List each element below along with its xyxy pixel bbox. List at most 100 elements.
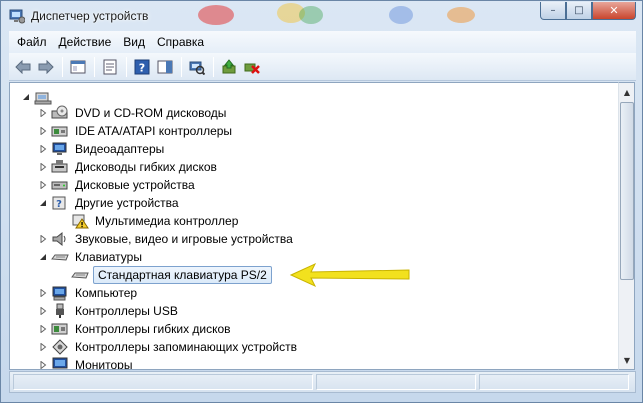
tree-node-usb[interactable]: Контроллеры USB	[38, 302, 180, 320]
expand-arrow-icon[interactable]	[38, 360, 48, 369]
menu-help[interactable]: Справка	[151, 32, 210, 52]
minimize-button[interactable]: –	[540, 2, 566, 20]
yellow-pointer-arrow	[289, 262, 410, 288]
toolbar-separator	[126, 56, 127, 77]
tree-node-keyboards[interactable]: Клавиатуры	[38, 248, 144, 266]
help-icon[interactable]: ?	[131, 56, 153, 78]
tree-node-label: Мультимедиа контроллер	[95, 214, 239, 228]
tree-node-multimedia-controller[interactable]: Мультимедиа контроллер	[58, 212, 240, 230]
expand-arrow-icon[interactable]	[38, 162, 48, 172]
tree-node-sound[interactable]: Звуковые, видео и игровые устройства	[38, 230, 295, 248]
expand-arrow-icon[interactable]	[38, 234, 48, 244]
status-panel	[479, 374, 629, 390]
tree-node-disk-drives[interactable]: Дисковые устройства	[38, 176, 197, 194]
tree-node-video[interactable]: Видеоадаптеры	[38, 140, 166, 158]
blurred-background-tabs	[198, 3, 475, 25]
scrollbar-thumb[interactable]	[620, 102, 634, 280]
menu-view[interactable]: Вид	[117, 32, 151, 52]
tree-node-label: Видеоадаптеры	[75, 142, 165, 156]
collapse-arrow-icon[interactable]	[38, 198, 48, 208]
properties-icon[interactable]	[99, 56, 121, 78]
toolbar-separator	[181, 56, 182, 77]
storage-controller-icon	[51, 339, 69, 355]
update-driver-icon[interactable]	[218, 56, 240, 78]
tree-node-floppy-controllers[interactable]: Контроллеры гибких дисков	[38, 320, 233, 338]
uninstall-icon[interactable]	[241, 56, 263, 78]
toolbar: ?	[9, 53, 636, 81]
forward-icon[interactable]	[35, 56, 57, 78]
collapse-arrow-icon[interactable]	[38, 252, 48, 262]
ide-controller-icon	[51, 123, 69, 139]
title-bar[interactable]: Диспетчер устройств – □ ✕	[1, 1, 642, 31]
tree-node-label: Контроллеры гибких дисков	[75, 322, 231, 336]
tree-node-floppy-drives[interactable]: Дисководы гибких дисков	[38, 158, 219, 176]
toolbar-separator	[62, 56, 63, 77]
keyboard-icon	[71, 267, 89, 283]
tree-node-other-devices[interactable]: ? Другие устройства	[38, 194, 181, 212]
svg-text:?: ?	[56, 199, 62, 210]
status-bar	[9, 371, 636, 393]
usb-icon	[51, 303, 69, 319]
computer-icon	[51, 285, 69, 301]
tree-node-computer[interactable]: Компьютер	[38, 284, 139, 302]
device-tree[interactable]: DVD и CD-ROM дисководы IDE ATA/ATAPI кон…	[9, 82, 619, 370]
tree-node-label: DVD и CD-ROM дисководы	[75, 106, 227, 120]
back-icon[interactable]	[12, 56, 34, 78]
tree-node-label: Стандартная клавиатура PS/2	[93, 266, 272, 284]
maximize-button[interactable]: □	[566, 2, 592, 20]
tree-node-label: Дисководы гибких дисков	[75, 160, 217, 174]
scan-hardware-icon[interactable]	[186, 56, 208, 78]
tree-node-ps2-keyboard[interactable]: Стандартная клавиатура PS/2	[58, 266, 272, 284]
computer-root-icon	[34, 89, 52, 105]
monitor-icon	[51, 357, 69, 369]
tree-node-label: Мониторы	[75, 358, 133, 370]
collapse-arrow-icon[interactable]	[21, 92, 31, 102]
disk-drive-icon	[51, 177, 69, 193]
tree-node-label: Звуковые, видео и игровые устройства	[75, 232, 293, 246]
tree-node-ide[interactable]: IDE ATA/ATAPI контроллеры	[38, 122, 234, 140]
tree-node-label: Контроллеры запоминающих устройств	[75, 340, 297, 354]
expand-arrow-icon[interactable]	[38, 288, 48, 298]
floppy-controller-icon	[51, 321, 69, 337]
tree-node-label: Дисковые устройства	[75, 178, 195, 192]
tree-node-monitors[interactable]: Мониторы	[38, 356, 134, 370]
toolbar-separator	[94, 56, 95, 77]
display-adapter-icon	[51, 141, 69, 157]
tree-node-dvd[interactable]: DVD и CD-ROM дисководы	[38, 104, 228, 122]
floppy-drive-icon	[51, 159, 69, 175]
close-button[interactable]: ✕	[592, 2, 636, 20]
menu-file[interactable]: Файл	[11, 32, 53, 52]
warning-device-icon	[71, 213, 89, 229]
dvd-drive-icon	[51, 105, 69, 121]
other-devices-icon: ?	[51, 195, 69, 211]
device-manager-icon	[9, 9, 25, 24]
tree-node-label: Другие устройства	[75, 196, 179, 210]
tree-node-label: Клавиатуры	[75, 250, 142, 264]
scroll-down-icon[interactable]: ▼	[620, 352, 634, 368]
svg-text:?: ?	[139, 61, 145, 74]
expand-arrow-icon[interactable]	[38, 324, 48, 334]
menu-action[interactable]: Действие	[53, 32, 118, 52]
expand-arrow-icon[interactable]	[38, 144, 48, 154]
expand-arrow-icon[interactable]	[38, 180, 48, 190]
caption-buttons: – □ ✕	[540, 2, 636, 20]
tree-node-label: Контроллеры USB	[75, 304, 178, 318]
expand-arrow-icon[interactable]	[38, 126, 48, 136]
show-hide-console-tree-icon[interactable]	[67, 56, 89, 78]
tree-node-storage-controllers[interactable]: Контроллеры запоминающих устройств	[38, 338, 299, 356]
expand-arrow-icon[interactable]	[38, 108, 48, 118]
menu-bar: Файл Действие Вид Справка	[9, 31, 636, 53]
status-panel	[13, 374, 313, 390]
expand-arrow-icon[interactable]	[38, 306, 48, 316]
scroll-up-icon[interactable]: ▲	[620, 84, 634, 100]
action-pane-icon[interactable]	[154, 56, 176, 78]
keyboard-icon	[51, 249, 69, 265]
device-manager-window: Диспетчер устройств – □ ✕ Файл Действие …	[0, 0, 643, 403]
sound-icon	[51, 231, 69, 247]
toolbar-separator	[213, 56, 214, 77]
tree-node-label: IDE ATA/ATAPI контроллеры	[75, 124, 233, 138]
vertical-scrollbar[interactable]: ▲ ▼	[618, 82, 635, 370]
window-title: Диспетчер устройств	[31, 9, 149, 23]
expand-arrow-icon[interactable]	[38, 342, 48, 352]
status-panel	[316, 374, 476, 390]
